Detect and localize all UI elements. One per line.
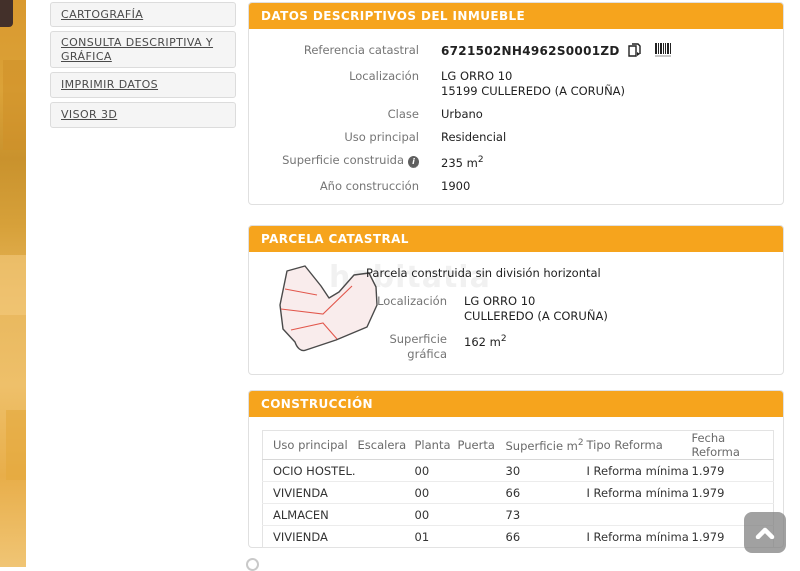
panel-datos-inmueble: DATOS DESCRIPTIVOS DEL INMUEBLE Referenc…	[248, 2, 784, 205]
cell-planta: 00	[415, 482, 458, 504]
field-label: Superficie construidai	[249, 153, 419, 171]
cell-uso: VIVIENDA	[263, 526, 358, 548]
construccion-table: Uso principal Escalera Planta Puerta Sup…	[262, 430, 774, 548]
cell-escalera	[358, 526, 415, 548]
chevron-up-icon	[755, 527, 775, 539]
cell-superficie: 73	[506, 504, 587, 526]
bottom-edge-widget	[246, 558, 259, 571]
parcel-note: Parcela construida sin división horizont…	[366, 266, 766, 281]
cell-tipo-reforma: I Reforma mínima	[587, 482, 692, 504]
table-row: ALMACEN 00 73	[263, 504, 774, 526]
field-value: 6721502NH4962S0001ZD	[441, 43, 671, 61]
photo-dark-building	[0, 0, 13, 27]
photo-texture	[0, 255, 26, 315]
panel-title: DATOS DESCRIPTIVOS DEL INMUEBLE	[249, 3, 783, 29]
background-photo-strip	[0, 0, 26, 567]
field-value: Urbano	[441, 107, 483, 122]
cell-fecha-reforma: 1.979	[692, 460, 774, 482]
table-header-row: Uso principal Escalera Planta Puerta Sup…	[263, 431, 774, 460]
sidebar-button-imprimir-datos[interactable]: IMPRIMIR DATOS	[50, 72, 236, 98]
field-value: LG ORRO 10 15199 CULLEREDO (A CORUÑA)	[441, 69, 625, 99]
field-label: Uso principal	[249, 130, 419, 145]
cell-escalera	[358, 504, 415, 526]
cell-tipo-reforma: I Reforma mínima	[587, 460, 692, 482]
panel-parcela-catastral: PARCELA CATASTRAL habitatia Parcela cons…	[248, 225, 784, 375]
page: CARTOGRAFÍA CONSULTA DESCRIPTIVA Y GRÁFI…	[0, 0, 800, 567]
cell-uso: OCIO HOSTEL.	[263, 460, 358, 482]
field-label: Año construcción	[249, 179, 419, 194]
field-referencia-catastral: Referencia catastral 6721502NH4962S0001Z…	[249, 43, 783, 61]
panel-title: CONSTRUCCIÓN	[249, 391, 783, 417]
field-value: 162 m2	[464, 332, 507, 362]
col-tipo-reforma: Tipo Reforma	[587, 431, 692, 460]
info-icon[interactable]: i	[408, 156, 419, 168]
cell-planta: 01	[415, 526, 458, 548]
cell-planta: 00	[415, 460, 458, 482]
cell-uso: VIVIENDA	[263, 482, 358, 504]
sidebar-button-label: VISOR 3D	[61, 108, 117, 122]
referencia-value: 6721502NH4962S0001ZD	[441, 44, 620, 58]
sidebar-button-label: CONSULTA DESCRIPTIVA Y GRÁFICA	[61, 36, 225, 64]
cell-tipo-reforma: I Reforma mínima	[587, 526, 692, 548]
col-puerta: Puerta	[458, 431, 506, 460]
cell-fecha-reforma: 1.979	[692, 482, 774, 504]
cell-superficie: 66	[506, 526, 587, 548]
scroll-to-top-button[interactable]	[744, 512, 786, 553]
field-uso-principal: Uso principal Residencial	[249, 130, 783, 145]
parcela-localizacion-line2: CULLEREDO (A CORUÑA)	[464, 309, 608, 324]
barcode-icon[interactable]	[655, 43, 671, 61]
field-label: Superficie gráfica	[366, 332, 447, 362]
cell-tipo-reforma	[587, 504, 692, 526]
col-fecha-reforma: Fecha Reforma	[692, 431, 774, 460]
cell-escalera	[358, 460, 415, 482]
col-uso-principal: Uso principal	[263, 431, 358, 460]
field-superficie-grafica: Superficie gráfica 162 m2	[366, 332, 766, 362]
field-label: Localización	[366, 294, 447, 324]
photo-texture	[3, 60, 26, 150]
parcela-localizacion-line1: LG ORRO 10	[464, 294, 608, 309]
panel-title: PARCELA CATASTRAL	[249, 226, 783, 252]
cell-escalera	[358, 482, 415, 504]
col-superficie: Superficie m2	[506, 431, 587, 460]
field-label: Clase	[249, 107, 419, 122]
photo-texture	[6, 410, 26, 480]
field-superficie-construida: Superficie construidai 235 m2	[249, 153, 783, 171]
field-localizacion: Localización LG ORRO 10 15199 CULLEREDO …	[249, 69, 783, 99]
cell-superficie: 66	[506, 482, 587, 504]
copy-icon[interactable]	[628, 43, 641, 61]
cell-puerta	[458, 504, 506, 526]
localizacion-line1: LG ORRO 10	[441, 69, 625, 84]
table-row: VIVIENDA 01 66 I Reforma mínima 1.979	[263, 526, 774, 548]
cell-puerta	[458, 482, 506, 504]
field-parcela-localizacion: Localización LG ORRO 10 CULLEREDO (A COR…	[366, 294, 766, 324]
panel-construccion: CONSTRUCCIÓN Uso principal Escalera Plan…	[248, 390, 784, 548]
field-value: LG ORRO 10 CULLEREDO (A CORUÑA)	[464, 294, 608, 324]
sidebar-button-visor-3d[interactable]: VISOR 3D	[50, 102, 236, 128]
cell-puerta	[458, 460, 506, 482]
table-row: OCIO HOSTEL. 00 30 I Reforma mínima 1.97…	[263, 460, 774, 482]
cell-puerta	[458, 526, 506, 548]
cell-uso: ALMACEN	[263, 504, 358, 526]
field-anio-construccion: Año construcción 1900	[249, 179, 783, 194]
field-value: 235 m2	[441, 153, 484, 171]
cell-superficie: 30	[506, 460, 587, 482]
cell-planta: 00	[415, 504, 458, 526]
table-row: VIVIENDA 00 66 I Reforma mínima 1.979	[263, 482, 774, 504]
col-planta: Planta	[415, 431, 458, 460]
field-label: Referencia catastral	[249, 43, 419, 61]
sidebar-button-label: IMPRIMIR DATOS	[61, 78, 158, 92]
sidebar-button-consulta-descriptiva[interactable]: CONSULTA DESCRIPTIVA Y GRÁFICA	[50, 31, 236, 68]
localizacion-line2: 15199 CULLEREDO (A CORUÑA)	[441, 84, 625, 99]
field-label: Localización	[249, 69, 419, 99]
field-value: Residencial	[441, 130, 506, 145]
field-value: 1900	[441, 179, 470, 194]
sidebar-button-label: CARTOGRAFÍA	[61, 8, 143, 22]
sidebar-button-cartografia[interactable]: CARTOGRAFÍA	[50, 2, 236, 27]
field-clase: Clase Urbano	[249, 107, 783, 122]
col-escalera: Escalera	[358, 431, 415, 460]
